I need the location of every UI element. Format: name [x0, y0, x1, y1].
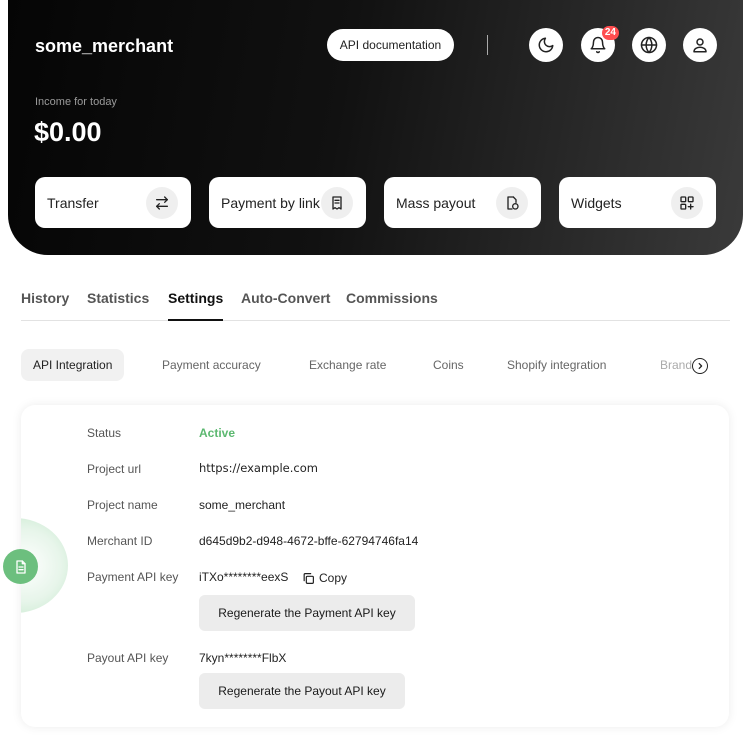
receipt-icon [321, 186, 353, 219]
document-icon [15, 559, 26, 574]
tab-settings[interactable]: Settings [168, 290, 224, 321]
subtab-coins[interactable]: Coins [433, 349, 464, 381]
merchant-id-value: d645d9b2-d948-4672-bffe-62794746fa14 [199, 534, 419, 548]
project-url-label: Project url [87, 462, 142, 476]
income-label: Income for today [35, 96, 117, 108]
regenerate-payout-key-button[interactable]: Regenerate the Payout API key [199, 673, 405, 709]
notifications-badge: 24 [601, 26, 619, 40]
payment-api-key-label: Payment API key [87, 570, 179, 584]
income-value: $0.00 [34, 117, 102, 147]
mass-payout-button[interactable]: Mass payout [384, 177, 541, 228]
transfer-label: Transfer [47, 194, 99, 211]
transfer-button[interactable]: Transfer [35, 177, 191, 228]
project-name-label: Project name [87, 498, 158, 512]
language-button[interactable] [632, 28, 666, 62]
theme-toggle-button[interactable] [529, 28, 563, 62]
header-divider [487, 35, 488, 55]
regenerate-payment-key-button[interactable]: Regenerate the Payment API key [199, 595, 415, 631]
copy-label: Copy [319, 571, 348, 585]
subtabs-scroll-right-button[interactable] [692, 358, 708, 374]
payout-api-key-label: Payout API key [87, 651, 169, 665]
status-label: Status [87, 426, 122, 440]
moon-icon [538, 37, 554, 53]
payout-api-key-value: 7kyn********FlbX [199, 651, 287, 665]
payment-api-key-value: iTXo********eexS [199, 570, 289, 584]
widgets-grid-icon [671, 186, 703, 219]
main-tabs: History Statistics Settings Auto-Convert… [21, 289, 730, 321]
globe-icon [640, 36, 658, 54]
payment-by-link-button[interactable]: Payment by link [209, 177, 366, 228]
copy-button[interactable]: Copy [302, 571, 347, 585]
project-name-value: some_merchant [199, 498, 286, 512]
payout-icon [496, 186, 528, 219]
payment-by-link-label: Payment by link [221, 194, 320, 211]
tab-commissions[interactable]: Commissions [346, 290, 438, 306]
profile-button[interactable] [683, 28, 717, 62]
tab-statistics[interactable]: Statistics [87, 290, 149, 306]
widgets-label: Widgets [571, 194, 622, 211]
mass-payout-label: Mass payout [396, 194, 476, 211]
api-documentation-button[interactable]: API documentation [327, 29, 454, 61]
transfer-arrows-icon [146, 186, 178, 219]
subtab-shopify-integration[interactable]: Shopify integration [507, 349, 606, 381]
widgets-button[interactable]: Widgets [559, 177, 716, 228]
chevron-right-icon [698, 362, 703, 370]
tab-history[interactable]: History [21, 290, 69, 306]
tab-auto-convert[interactable]: Auto-Convert [241, 290, 330, 306]
notifications-button[interactable]: 24 [581, 26, 619, 62]
merchant-name: some_merchant [35, 36, 174, 56]
merchant-id-label: Merchant ID [87, 534, 153, 548]
subtab-api-integration[interactable]: API Integration [21, 349, 125, 381]
status-value: Active [199, 426, 236, 440]
copy-icon [303, 572, 314, 584]
docs-floating-button[interactable] [3, 549, 38, 584]
project-url-value: https://example.com [199, 461, 318, 475]
user-icon [693, 38, 707, 53]
subtab-payment-accuracy[interactable]: Payment accuracy [162, 349, 261, 381]
subtab-exchange-rate[interactable]: Exchange rate [309, 349, 386, 381]
header-panel: some_merchant API documentation 24 Incom… [8, 0, 743, 255]
